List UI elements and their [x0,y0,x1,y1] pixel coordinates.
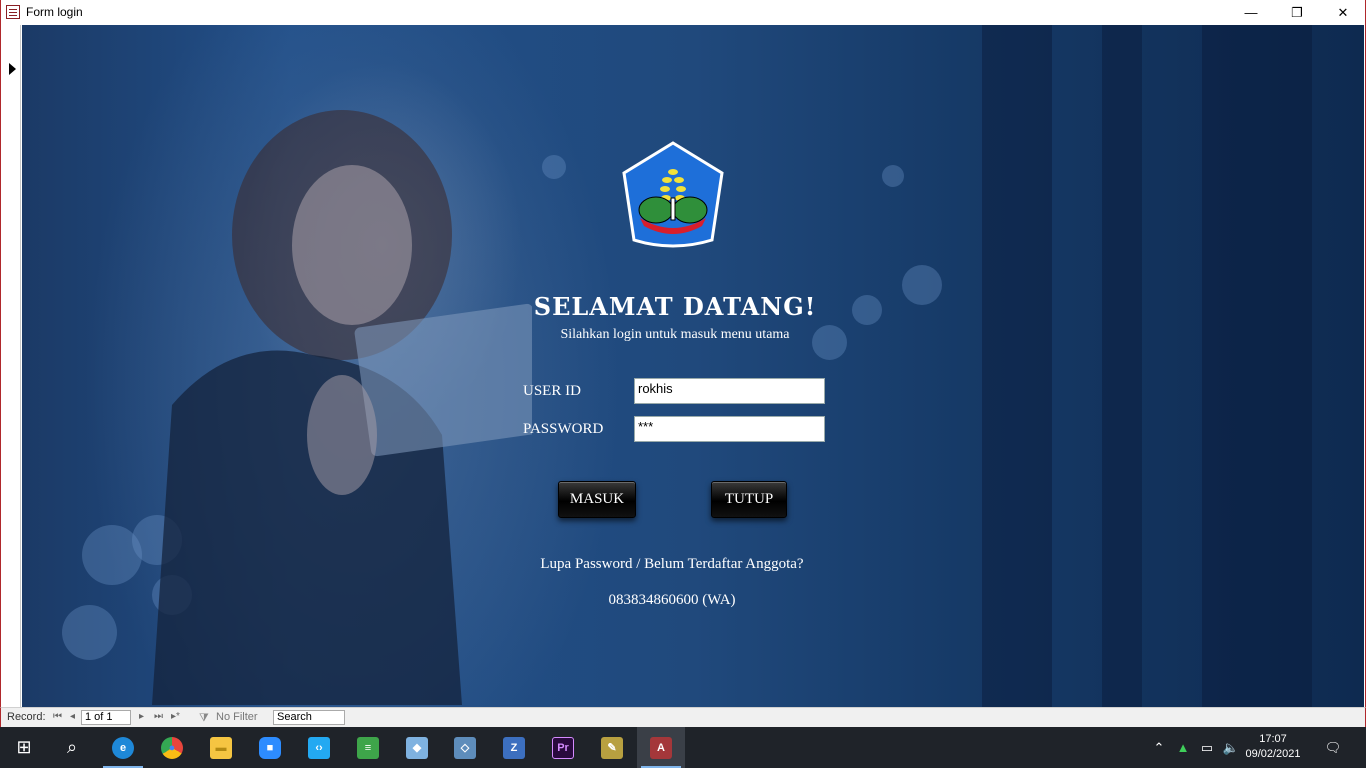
bokeh-light [542,155,566,179]
forgot-password-text: Lupa Password / Belum Terdaftar Anggota? [540,556,804,572]
masuk-button[interactable]: MASUK [558,481,636,518]
taskbar-app-tools[interactable]: ✎ [588,727,636,768]
taskbar-app-chrome[interactable]: ● [148,727,196,768]
last-record-icon[interactable]: ⏭ [154,711,163,722]
taskbar-app-cube[interactable]: ◆ [393,727,441,768]
search-icon: ⌕ [66,737,78,757]
password-label: PASSWORD [523,421,604,437]
background-pillar [982,25,1052,707]
background-pillar [1202,25,1312,707]
minimize-button[interactable]: — [1228,0,1274,25]
bokeh-light [882,165,904,187]
search-button[interactable]: ⌕ [48,727,96,768]
password-input[interactable]: *** [634,416,825,442]
taskbar-app-virtualbox[interactable]: ◇ [441,727,489,768]
current-record-input[interactable]: 1 of 1 [81,710,131,725]
form-area: SELAMAT DATANG! Silahkan login untuk mas… [0,25,1366,707]
filter-icon: ⧩ [199,712,209,724]
taskbar-app-spreadsheet[interactable]: ≡ [344,727,392,768]
window-title-bar: Form login — ❐ ✕ [0,0,1366,25]
cube-app-icon: ◆ [406,736,428,759]
taskbar-app-z[interactable]: Z [490,727,538,768]
user-id-label: USER ID [523,383,581,399]
start-icon: ⊞ [16,737,32,757]
welcome-heading: SELAMAT DATANG! [533,292,817,321]
zoom-icon: ■ [259,736,281,759]
current-record-arrow-icon [9,63,16,75]
form-icon [6,5,20,19]
file-explorer-icon: ▬ [210,736,232,759]
taskbar-app-zoom[interactable]: ■ [246,727,294,768]
taskbar-app-premiere[interactable]: Pr [539,727,587,768]
restore-button[interactable]: ❐ [1274,0,1320,25]
record-selector[interactable] [1,25,21,707]
window-title: Form login [26,5,83,19]
network-warning-icon[interactable]: ▲ [1172,727,1194,768]
clock-time: 17:07 [1259,733,1287,745]
institution-logo [622,141,724,248]
no-filter-button[interactable]: No Filter [216,711,258,723]
record-navigation-bar: Record: ⏮ ◂ 1 of 1 ▸ ⏭ ▸* ⧩ No Filter Se… [0,707,1366,727]
premiere-icon: Pr [552,736,574,759]
show-hidden-icons-chevron-icon[interactable]: ⌃ [1148,727,1170,768]
taskbar-app-access[interactable]: A [637,727,685,768]
z-app-icon: Z [503,736,525,759]
user-id-input[interactable]: rokhis [634,378,825,404]
whatsapp-contact: 083834860600 (WA) [608,592,736,608]
battery-icon[interactable]: ▭ [1196,727,1218,768]
previous-record-icon[interactable]: ◂ [70,711,75,722]
new-record-icon[interactable]: ▸* [171,711,180,722]
virtualbox-icon: ◇ [454,736,476,759]
bokeh-light [902,265,942,305]
spreadsheet-app-icon: ≡ [357,736,379,759]
background-pillar [1102,25,1142,707]
start-button[interactable]: ⊞ [0,727,48,768]
taskbar-app-vscode[interactable]: ‹› [295,727,343,768]
tutup-button[interactable]: TUTUP [711,481,787,518]
access-icon: A [650,736,672,759]
clock-date: 09/02/2021 [1245,748,1301,760]
taskbar-app-edge[interactable]: e [99,727,147,768]
edge-icon: e [112,736,134,759]
taskbar-app-file-explorer[interactable]: ▬ [197,727,245,768]
volume-icon[interactable]: 🔈 [1220,727,1242,768]
search-input[interactable]: Search [273,710,345,725]
taskbar: ⊞ ⌕ e ● ▬ ■ ‹› ≡ ◆ ◇ Z Pr ✎ A ⌃ ▲ ▭ 🔈 17… [0,727,1366,768]
tools-app-icon: ✎ [601,736,623,759]
notification-center-icon[interactable]: 🗨 [1318,727,1348,768]
vscode-icon: ‹› [308,736,330,759]
close-button[interactable]: ✕ [1320,0,1366,25]
first-record-icon[interactable]: ⏮ [53,711,62,722]
system-clock[interactable]: 17:07 09/02/2021 [1240,732,1306,762]
record-label: Record: [7,711,46,723]
woman-with-tablet-image [152,110,532,705]
chrome-icon: ● [161,736,183,759]
next-record-icon[interactable]: ▸ [139,711,144,722]
bokeh-light [62,605,117,660]
login-instruction: Silahkan login untuk masuk menu utama [560,327,790,342]
bokeh-light [852,295,882,325]
